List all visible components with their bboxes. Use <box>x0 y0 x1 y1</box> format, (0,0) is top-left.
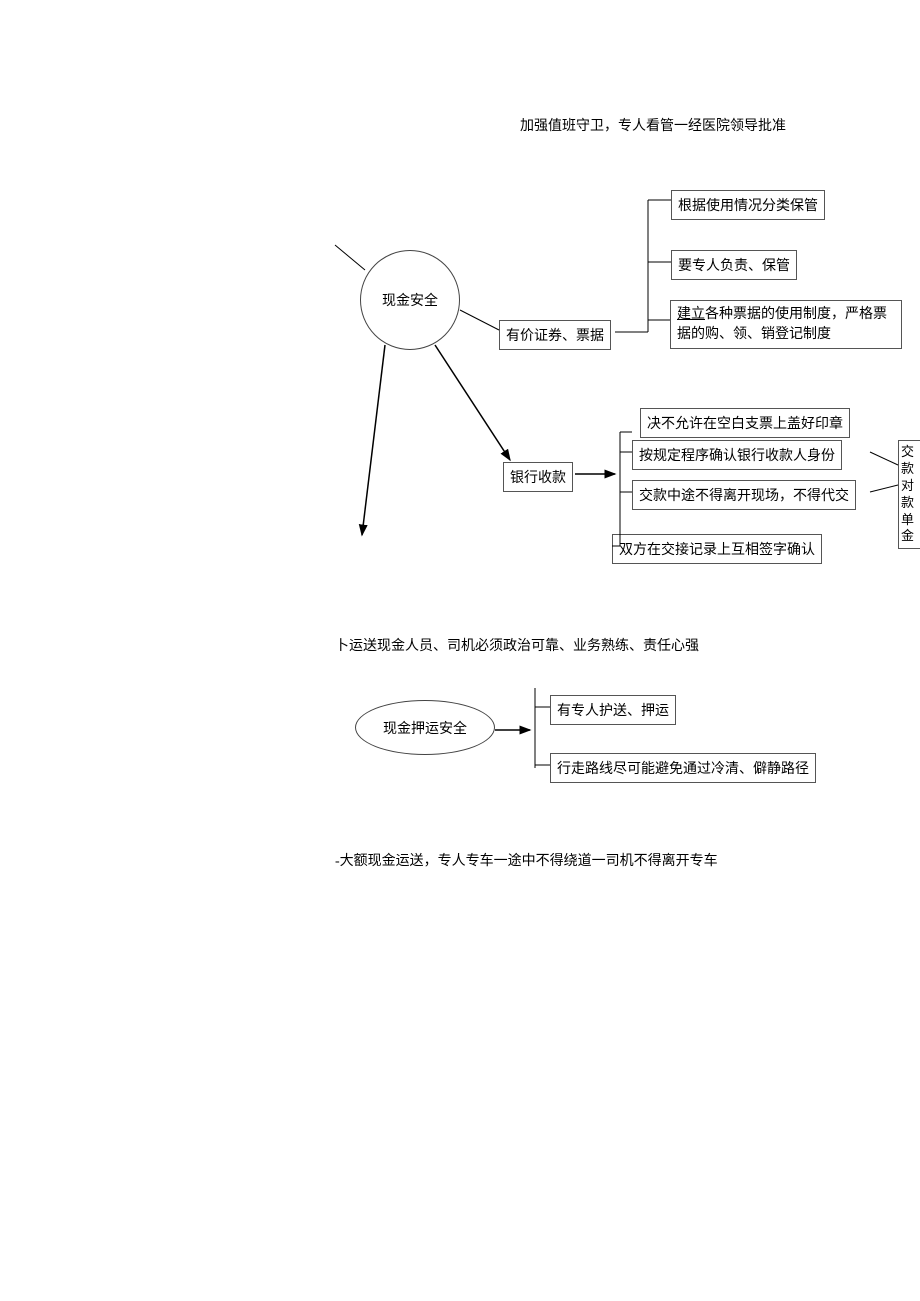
bank-item-2: 交款中途不得离开现场，不得代交 <box>632 480 856 510</box>
bank-item-1: 按规定程序确认银行收款人身份 <box>632 440 842 470</box>
bank-item-3: 双方在交接记录上互相签字确认 <box>612 534 822 564</box>
securities-item-2-underline: 建立 <box>677 307 705 322</box>
branch-securities-label: 有价证券、票据 <box>499 320 611 350</box>
securities-item-1: 要专人负责、保管 <box>671 250 797 280</box>
bank-item-0: 决不允许在空白支票上盖好印章 <box>640 408 850 438</box>
bank-side-note: 交款对款单金 <box>898 440 920 549</box>
escort-item-0: 有专人护送、押运 <box>550 695 676 725</box>
securities-item-2-rest: 各种票据的使用制度，严格票据的购、领、销登记制度 <box>677 307 887 342</box>
node-cash-safety: 现金安全 <box>360 250 460 350</box>
bank-side-note-text: 交款对款单金 <box>901 444 914 543</box>
node-cash-escort-label: 现金押运安全 <box>383 718 467 738</box>
top-text-2: 卜运送现金人员、司机必须政治可靠、业务熟练、责任心强 <box>335 635 699 655</box>
securities-item-2: 建立各种票据的使用制度，严格票据的购、领、销登记制度 <box>670 300 902 349</box>
node-cash-safety-label: 现金安全 <box>382 290 438 310</box>
node-cash-escort: 现金押运安全 <box>355 700 495 755</box>
securities-item-0: 根据使用情况分类保管 <box>671 190 825 220</box>
top-text-1: 加强值班守卫，专人看管一经医院领导批准 <box>520 115 786 135</box>
escort-item-1: 行走路线尽可能避免通过冷清、僻静路径 <box>550 753 816 783</box>
bottom-text-2: -大额现金运送，专人专车一途中不得绕道一司机不得离开专车 <box>335 850 718 870</box>
branch-bank-label: 银行收款 <box>503 462 573 492</box>
